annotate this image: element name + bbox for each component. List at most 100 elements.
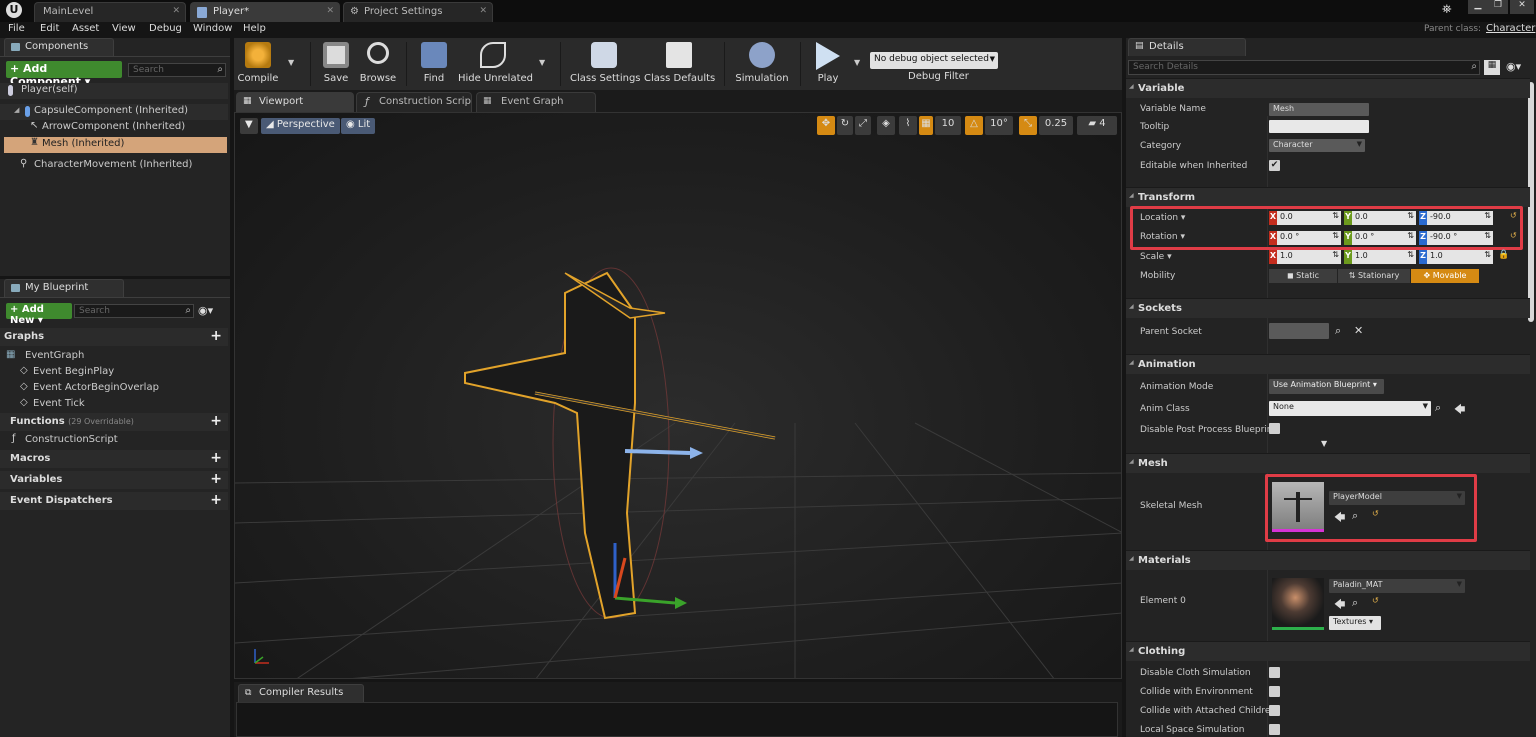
clear-socket-icon[interactable]: ✕	[1354, 324, 1363, 337]
close-window-button[interactable]: ✕	[1510, 0, 1534, 14]
menu-edit[interactable]: Edit	[40, 23, 59, 34]
mobility-static-button[interactable]: ◼ Static	[1269, 269, 1337, 283]
scale-z-field[interactable]: 1.0	[1427, 250, 1493, 264]
disable-pp-checkbox[interactable]	[1269, 423, 1280, 434]
view-options-eye-icon[interactable]: ◉▾	[1506, 60, 1521, 73]
function-item-construction[interactable]: ƒ ConstructionScript	[0, 433, 228, 449]
component-row-capsule[interactable]: ◢ CapsuleComponent (Inherited)	[0, 104, 228, 120]
tab-event-graph[interactable]: ▦ Event Graph	[476, 92, 596, 112]
translate-tool-icon[interactable]: ✥	[817, 116, 835, 135]
tab-player[interactable]: Player* ✕	[190, 2, 340, 22]
add-graph-icon[interactable]: +	[210, 328, 222, 344]
material-use-selected-icon[interactable]: 🡄	[1334, 596, 1345, 615]
material-dropdown[interactable]: Paladin_MAT	[1329, 579, 1465, 593]
browse-button[interactable]: Browse	[358, 40, 398, 88]
hide-unrelated-button[interactable]: Hide Unrelated	[458, 40, 533, 88]
tab-viewport[interactable]: ▦ Viewport	[236, 92, 354, 112]
scale-snap-icon[interactable]: ⤡	[1019, 116, 1037, 135]
mobility-movable-button[interactable]: ✥ Movable	[1411, 269, 1479, 283]
close-icon[interactable]: ✕	[172, 6, 180, 16]
tab-project-settings[interactable]: ⚙ Project Settings ✕	[343, 2, 493, 22]
component-row-mesh[interactable]: ♜ Mesh (Inherited)	[4, 137, 227, 153]
lock-scale-icon[interactable]: 🔒	[1498, 250, 1509, 260]
component-row-self[interactable]: Player(self)	[0, 83, 228, 99]
play-button[interactable]: Play	[808, 40, 848, 88]
anim-class-search-icon[interactable]: ⌕	[1435, 401, 1441, 415]
component-row-movement[interactable]: ⚲ CharacterMovement (Inherited)	[0, 158, 228, 174]
camera-speed-button[interactable]: ▰ 4	[1077, 116, 1117, 135]
variable-name-field[interactable]: Mesh	[1269, 103, 1369, 116]
add-dispatcher-icon[interactable]: +	[210, 492, 222, 508]
menu-file[interactable]: File	[8, 23, 25, 34]
details-tab[interactable]: ▤ Details	[1128, 38, 1246, 56]
mobility-stationary-button[interactable]: ⇅ Stationary	[1338, 269, 1410, 283]
graphs-header[interactable]: Graphs +	[0, 328, 228, 346]
source-control-icon[interactable]: ⛯	[1442, 2, 1452, 17]
component-row-arrow[interactable]: ↖ ArrowComponent (Inherited)	[0, 120, 228, 136]
maximize-button[interactable]: ❐	[1488, 0, 1508, 14]
compile-button[interactable]: Compile	[236, 40, 280, 88]
save-button[interactable]: Save	[318, 40, 354, 88]
visibility-eye-icon[interactable]: ◉▾	[198, 304, 213, 317]
menu-view[interactable]: View	[112, 23, 136, 34]
editable-inherited-checkbox[interactable]: ✔	[1269, 160, 1280, 171]
add-macro-icon[interactable]: +	[210, 450, 222, 466]
clothing-section[interactable]: Clothing	[1126, 641, 1530, 661]
minimize-button[interactable]: ▁	[1468, 0, 1488, 14]
graph-item-beginplay[interactable]: ◇ Event BeginPlay	[0, 365, 228, 381]
collide-children-checkbox[interactable]	[1269, 705, 1280, 716]
tab-mainlevel[interactable]: MainLevel ✕	[34, 2, 186, 22]
scale-x-field[interactable]: 1.0	[1277, 250, 1341, 264]
debug-object-select[interactable]: No debug object selected ▼	[870, 52, 998, 69]
hide-unrelated-chevron-icon[interactable]: ▼	[539, 58, 545, 67]
my-blueprint-tab[interactable]: My Blueprint	[4, 279, 124, 297]
find-button[interactable]: Find	[416, 40, 452, 88]
macros-header[interactable]: Macros +	[0, 450, 228, 468]
animation-mode-dropdown[interactable]: Use Animation Blueprint ▾	[1269, 379, 1384, 394]
material-browse-icon[interactable]: ⌕	[1352, 596, 1358, 610]
variable-section[interactable]: Variable	[1126, 78, 1530, 98]
components-tab[interactable]: Components	[4, 38, 114, 56]
transform-section[interactable]: Transform	[1126, 187, 1530, 207]
compile-options-chevron-icon[interactable]: ▼	[288, 58, 294, 67]
material-reset-icon[interactable]: ↺	[1372, 596, 1379, 605]
class-settings-button[interactable]: Class Settings	[570, 40, 641, 88]
collide-env-checkbox[interactable]	[1269, 686, 1280, 697]
surface-snap-icon[interactable]: ⌇	[899, 116, 917, 135]
rotation-snap-icon[interactable]: △	[965, 116, 983, 135]
variables-header[interactable]: Variables +	[0, 471, 228, 489]
materials-section[interactable]: Materials	[1126, 550, 1530, 570]
grid-snap-value[interactable]: 10	[935, 116, 961, 135]
viewport-options-button[interactable]: ▼	[240, 118, 258, 134]
class-defaults-button[interactable]: Class Defaults	[644, 40, 715, 88]
add-variable-icon[interactable]: +	[210, 471, 222, 487]
simulation-button[interactable]: Simulation	[734, 40, 790, 88]
play-options-chevron-icon[interactable]: ▼	[854, 58, 860, 67]
menu-window[interactable]: Window	[193, 23, 232, 34]
unreal-logo-icon[interactable]: U	[6, 2, 22, 18]
details-search-input[interactable]: Search Details ⌕	[1128, 60, 1480, 75]
scale-tool-icon[interactable]: ⤢	[855, 116, 871, 135]
menu-asset[interactable]: Asset	[72, 23, 99, 34]
close-icon[interactable]: ✕	[479, 6, 487, 16]
tooltip-field[interactable]	[1269, 120, 1369, 133]
anim-class-use-selected-icon[interactable]: 🡄	[1454, 401, 1465, 420]
animation-section[interactable]: Animation	[1126, 354, 1530, 374]
local-space-checkbox[interactable]	[1269, 724, 1280, 735]
expand-advanced-icon[interactable]: ▼	[1321, 439, 1327, 448]
add-function-icon[interactable]: +	[210, 413, 222, 429]
textures-dropdown[interactable]: Textures ▾	[1329, 616, 1381, 630]
components-search-input[interactable]: Search ⌕	[128, 63, 226, 77]
menu-debug[interactable]: Debug	[149, 23, 182, 34]
sockets-section[interactable]: Sockets	[1126, 298, 1530, 318]
blueprint-search-input[interactable]: Search ⌕	[74, 304, 194, 318]
graph-item-eventgraph[interactable]: ▦ EventGraph	[0, 349, 228, 365]
collapse-arrow-icon[interactable]: ◢	[14, 106, 19, 114]
scale-snap-value[interactable]: 0.25	[1039, 116, 1073, 135]
grid-snap-icon[interactable]: ▦	[919, 116, 933, 135]
graph-item-tick[interactable]: ◇ Event Tick	[0, 397, 228, 413]
socket-search-icon[interactable]: ⌕	[1335, 324, 1341, 338]
add-new-button[interactable]: + Add New ▾	[6, 303, 72, 326]
menu-help[interactable]: Help	[243, 23, 266, 34]
scale-label[interactable]: Scale ▾	[1140, 252, 1172, 262]
